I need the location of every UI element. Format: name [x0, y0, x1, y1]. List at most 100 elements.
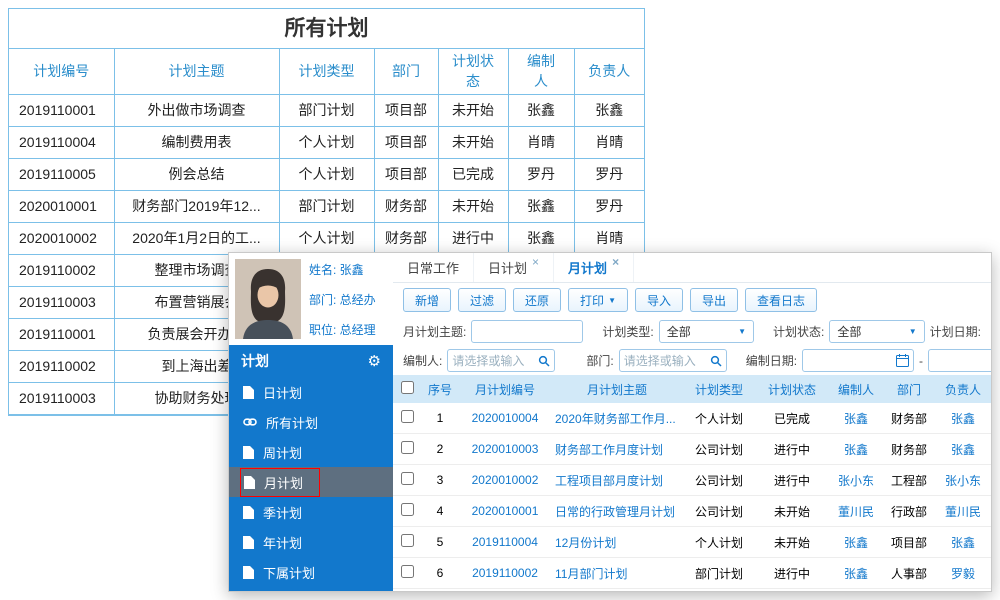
tab-daily-plan[interactable]: 日计划 ×	[474, 253, 555, 282]
create-date-end-input[interactable]	[929, 353, 991, 368]
row-checkbox[interactable]	[400, 534, 414, 547]
plan-subject-link[interactable]: 12月份计划	[551, 534, 683, 551]
table-row[interactable]: 3 2020010002 工程项目部月度计划 公司计划 进行中 张小东 工程部 …	[393, 465, 991, 496]
plan-subject-link[interactable]: 工程项目部月度计划	[551, 472, 683, 489]
sidebar-item-label: 所有计划	[266, 415, 319, 431]
subject-filter-input[interactable]	[471, 320, 584, 343]
sidebar-item-label: 下属计划	[263, 565, 316, 581]
creator-link[interactable]: 张鑫	[829, 534, 883, 551]
creator-filter-input[interactable]	[448, 353, 539, 368]
select-all-checkbox[interactable]	[400, 381, 414, 394]
close-icon[interactable]: ×	[612, 253, 619, 271]
cell-owner: 肖晴	[573, 125, 644, 159]
add-button[interactable]: 新增	[403, 288, 452, 312]
cell-owner: 罗丹	[573, 157, 644, 191]
sidebar-item-monthly-plan[interactable]: 月计划	[229, 467, 393, 497]
gear-icon[interactable]: ⚙	[368, 352, 381, 370]
sidebar-item-weekly-plan[interactable]: 周计划	[229, 437, 393, 467]
search-icon[interactable]	[538, 355, 550, 367]
cell-index: 6	[436, 566, 444, 580]
file-icon	[243, 565, 254, 579]
table-row[interactable]: 2019110005 例会总结 个人计划 项目部 已完成 罗丹 罗丹	[9, 157, 644, 191]
creator-link[interactable]: 张鑫	[829, 565, 883, 582]
table-row[interactable]: 4 2020010001 日常的行政管理月计划 公司计划 未开始 董川民 行政部…	[393, 496, 991, 527]
sidebar-item-daily-plan[interactable]: 日计划	[229, 377, 393, 407]
tab-daily-work[interactable]: 日常工作	[393, 253, 475, 282]
table-row[interactable]: 2020010002 2020年1月2日的工... 个人计划 财务部 进行中 张…	[9, 221, 644, 255]
row-checkbox[interactable]	[400, 441, 414, 454]
cell-plan-type: 个人计划	[278, 125, 375, 159]
dept-filter-field[interactable]	[618, 349, 727, 372]
sidebar-item-annual-plan[interactable]: 年计划	[229, 527, 393, 557]
date-range-separator: -	[919, 353, 924, 368]
creator-link[interactable]: 张鑫	[829, 410, 883, 427]
restore-button[interactable]: 还原	[513, 288, 562, 312]
plan-number-link[interactable]: 2020010002	[459, 473, 551, 487]
view-log-button[interactable]: 查看日志	[745, 288, 818, 312]
sidebar-item-all-plans[interactable]: 所有计划	[229, 407, 393, 437]
cell-plan-type: 个人计划	[694, 535, 743, 550]
cell-plan-number: 2019110002	[9, 349, 115, 383]
create-date-start-field[interactable]	[802, 349, 915, 372]
plan-number-link[interactable]: 2019110002	[459, 566, 551, 580]
cell-department: 财务部	[890, 411, 927, 426]
search-icon[interactable]	[710, 355, 722, 367]
cell-creator: 张鑫	[507, 189, 575, 223]
import-button[interactable]: 导入	[634, 288, 683, 312]
filter-button[interactable]: 过滤	[458, 288, 507, 312]
plan-number-link[interactable]: 2020010003	[459, 442, 551, 456]
table-row[interactable]: 6 2019110002 11月部门计划 部门计划 进行中 张鑫 人事部 罗毅	[393, 558, 991, 589]
owner-link[interactable]: 张小东	[935, 472, 991, 489]
calendar-icon[interactable]	[896, 354, 910, 367]
plan-date-filter-label: 计划日期:	[929, 325, 981, 339]
table-row[interactable]: 2019110004 编制费用表 个人计划 项目部 未开始 肖晴 肖晴	[9, 125, 644, 159]
filter-row-2: 编制人: 部门: 编制日期: -	[393, 346, 991, 375]
dept-filter-label: 部门:	[586, 354, 614, 368]
cell-department: 项目部	[373, 125, 439, 159]
plan-number-link[interactable]: 2019110004	[459, 535, 551, 549]
creator-link[interactable]: 张小东	[829, 472, 883, 489]
table-row[interactable]: 2020010001 财务部门2019年12... 部门计划 财务部 未开始 张…	[9, 189, 644, 223]
cell-plan-status: 进行中	[773, 442, 810, 457]
table-row[interactable]: 2 2020010003 财务部工作月度计划 公司计划 进行中 张鑫 财务部 张…	[393, 434, 991, 465]
table-row[interactable]: 5 2019110004 12月份计划 个人计划 未开始 张鑫 项目部 张鑫	[393, 527, 991, 558]
table-row[interactable]: 2019110001 外出做市场调查 部门计划 项目部 未开始 张鑫 张鑫	[9, 93, 644, 127]
row-checkbox[interactable]	[400, 565, 414, 578]
dept-filter-input[interactable]	[619, 353, 710, 368]
status-filter-select[interactable]: 全部 ▼	[829, 320, 925, 343]
sidebar-item-label: 年计划	[263, 535, 303, 551]
avatar-image	[235, 259, 301, 339]
plan-subject-link[interactable]: 2020年财务部工作月...	[551, 410, 683, 427]
row-checkbox[interactable]	[400, 503, 414, 516]
plan-subject-link[interactable]: 财务部工作月度计划	[551, 441, 683, 458]
plan-number-link[interactable]: 2020010004	[459, 411, 551, 425]
profile-name: 姓名: 张鑫	[309, 262, 364, 277]
owner-link[interactable]: 张鑫	[935, 410, 991, 427]
row-checkbox[interactable]	[400, 472, 414, 485]
creator-link[interactable]: 董川民	[829, 503, 883, 520]
plan-subject-link[interactable]: 11月部门计划	[551, 565, 683, 582]
creator-filter-field[interactable]	[447, 349, 556, 372]
owner-link[interactable]: 张鑫	[935, 441, 991, 458]
export-button[interactable]: 导出	[690, 288, 739, 312]
owner-link[interactable]: 张鑫	[935, 534, 991, 551]
plan-number-link[interactable]: 2020010001	[459, 504, 551, 518]
creator-link[interactable]: 张鑫	[829, 441, 883, 458]
print-button[interactable]: 打印 ▼	[568, 288, 628, 312]
type-filter-select[interactable]: 全部 ▼	[658, 320, 754, 343]
sidebar-item-subordinate-plans[interactable]: 下属计划	[229, 557, 393, 587]
close-icon[interactable]: ×	[532, 253, 539, 271]
subject-filter-label: 月计划主题:	[403, 325, 467, 339]
tab-monthly-plan[interactable]: 月计划 ×	[554, 253, 635, 282]
table-row[interactable]: 1 2020010004 2020年财务部工作月... 个人计划 已完成 张鑫 …	[393, 403, 991, 434]
cell-department: 人事部	[890, 566, 927, 581]
row-checkbox[interactable]	[400, 410, 414, 423]
col-owner: 负责人	[573, 49, 644, 95]
link-icon	[243, 417, 257, 427]
owner-link[interactable]: 董川民	[935, 503, 991, 520]
owner-link[interactable]: 罗毅	[935, 565, 991, 582]
sidebar-item-quarterly-plan[interactable]: 季计划	[229, 497, 393, 527]
create-date-start-input[interactable]	[803, 353, 897, 368]
plan-subject-link[interactable]: 日常的行政管理月计划	[551, 503, 683, 520]
create-date-end-field[interactable]	[928, 349, 991, 372]
